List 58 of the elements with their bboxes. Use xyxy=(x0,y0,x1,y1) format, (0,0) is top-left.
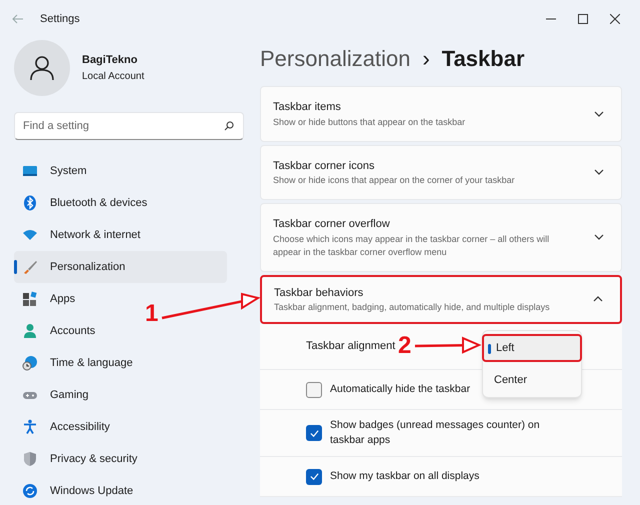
brush-icon xyxy=(22,259,38,275)
sidebar-item[interactable]: System xyxy=(14,155,95,187)
clock-globe-icon xyxy=(22,355,38,371)
card-subtitle: Show or hide icons that appear on the corner of your taskbar xyxy=(273,174,516,187)
monitor-icon xyxy=(22,163,38,179)
checkbox-label: Show my taskbar on all displays xyxy=(330,469,480,484)
sidebar-item[interactable]: Gaming xyxy=(14,379,97,411)
accessibility-icon xyxy=(22,419,38,435)
sidebar-item[interactable]: Windows Update xyxy=(14,475,142,505)
dropdown-option[interactable]: Left xyxy=(482,334,582,362)
sidebar-item[interactable]: Network & internet xyxy=(14,219,148,251)
settings-card[interactable]: Taskbar corner icons Show or hide icons that appear on the corner of your taskbar xyxy=(260,144,622,200)
card-title: Taskbar corner overflow xyxy=(273,217,391,232)
dropdown-option[interactable]: Center xyxy=(482,366,582,394)
card-title: Taskbar items xyxy=(273,100,342,115)
checkbox-label: Automatically hide the taskbar xyxy=(330,382,472,397)
wifi-icon xyxy=(22,227,38,243)
maximize-icon[interactable] xyxy=(578,14,588,24)
setting-label: Taskbar alignment xyxy=(306,339,396,354)
annotation-number: 1 xyxy=(145,302,158,326)
annotation-number: 2 xyxy=(398,334,412,358)
checkbox-label: Show badges (unread messages counter) on taskbar apps xyxy=(330,418,541,448)
breadcrumb-separator: › xyxy=(422,44,430,72)
checkbox[interactable] xyxy=(306,425,322,441)
account-name: BagiTekno xyxy=(82,53,138,68)
card-subtitle: Show or hide buttons that appear on the taskbar xyxy=(273,116,466,128)
window-title: Settings xyxy=(40,12,80,27)
sidebar-item[interactable]: Apps xyxy=(14,283,84,315)
breadcrumb-parent[interactable]: Personalization xyxy=(260,42,410,74)
sidebar-item[interactable]: Privacy & security xyxy=(14,443,146,475)
account-type: Local Account xyxy=(82,70,144,84)
sidebar-item[interactable]: Accounts xyxy=(14,315,104,347)
card-title: Taskbar corner icons xyxy=(273,158,376,174)
bluetooth-icon xyxy=(22,195,38,211)
user-icon xyxy=(29,55,55,81)
checkbox[interactable] xyxy=(306,382,322,398)
apps-icon xyxy=(22,291,38,307)
settings-card[interactable]: Taskbar behaviors Taskbar alignment, badging, automatically hide, and multiple displays xyxy=(260,274,622,324)
update-icon xyxy=(22,483,38,499)
card-subtitle: Taskbar alignment, badging, automatically hide, and multiple displays xyxy=(274,301,551,314)
page-title: Taskbar xyxy=(442,44,525,72)
sidebar-item[interactable]: Personalization xyxy=(14,251,227,283)
search-field[interactable]: Find a setting xyxy=(14,112,244,140)
sidebar-item[interactable]: Time & language xyxy=(14,347,141,379)
search-icon xyxy=(224,121,234,131)
checkbox[interactable] xyxy=(306,468,322,484)
card-title: Taskbar behaviors xyxy=(274,286,364,300)
sidebar-item[interactable]: Accessibility xyxy=(14,411,118,443)
annotation-arrow xyxy=(414,336,482,354)
card-subtitle: Choose which icons may appear in the taskbar corner – all others will appear in the taskbar corner overflow menu xyxy=(273,232,550,258)
checkmark-icon xyxy=(310,472,318,481)
person-icon xyxy=(22,323,38,339)
settings-card[interactable]: Taskbar corner overflow Choose which icons may appear in the taskbar corner – all others will appear in the taskbar corner overflow menu xyxy=(260,203,622,272)
sidebar-item[interactable]: Bluetooth & devices xyxy=(14,187,156,219)
settings-card[interactable]: Taskbar items Show or hide buttons that appear on the taskbar xyxy=(260,86,622,142)
shield-icon xyxy=(22,451,38,467)
close-icon[interactable] xyxy=(610,14,620,24)
checkmark-icon xyxy=(310,428,318,438)
